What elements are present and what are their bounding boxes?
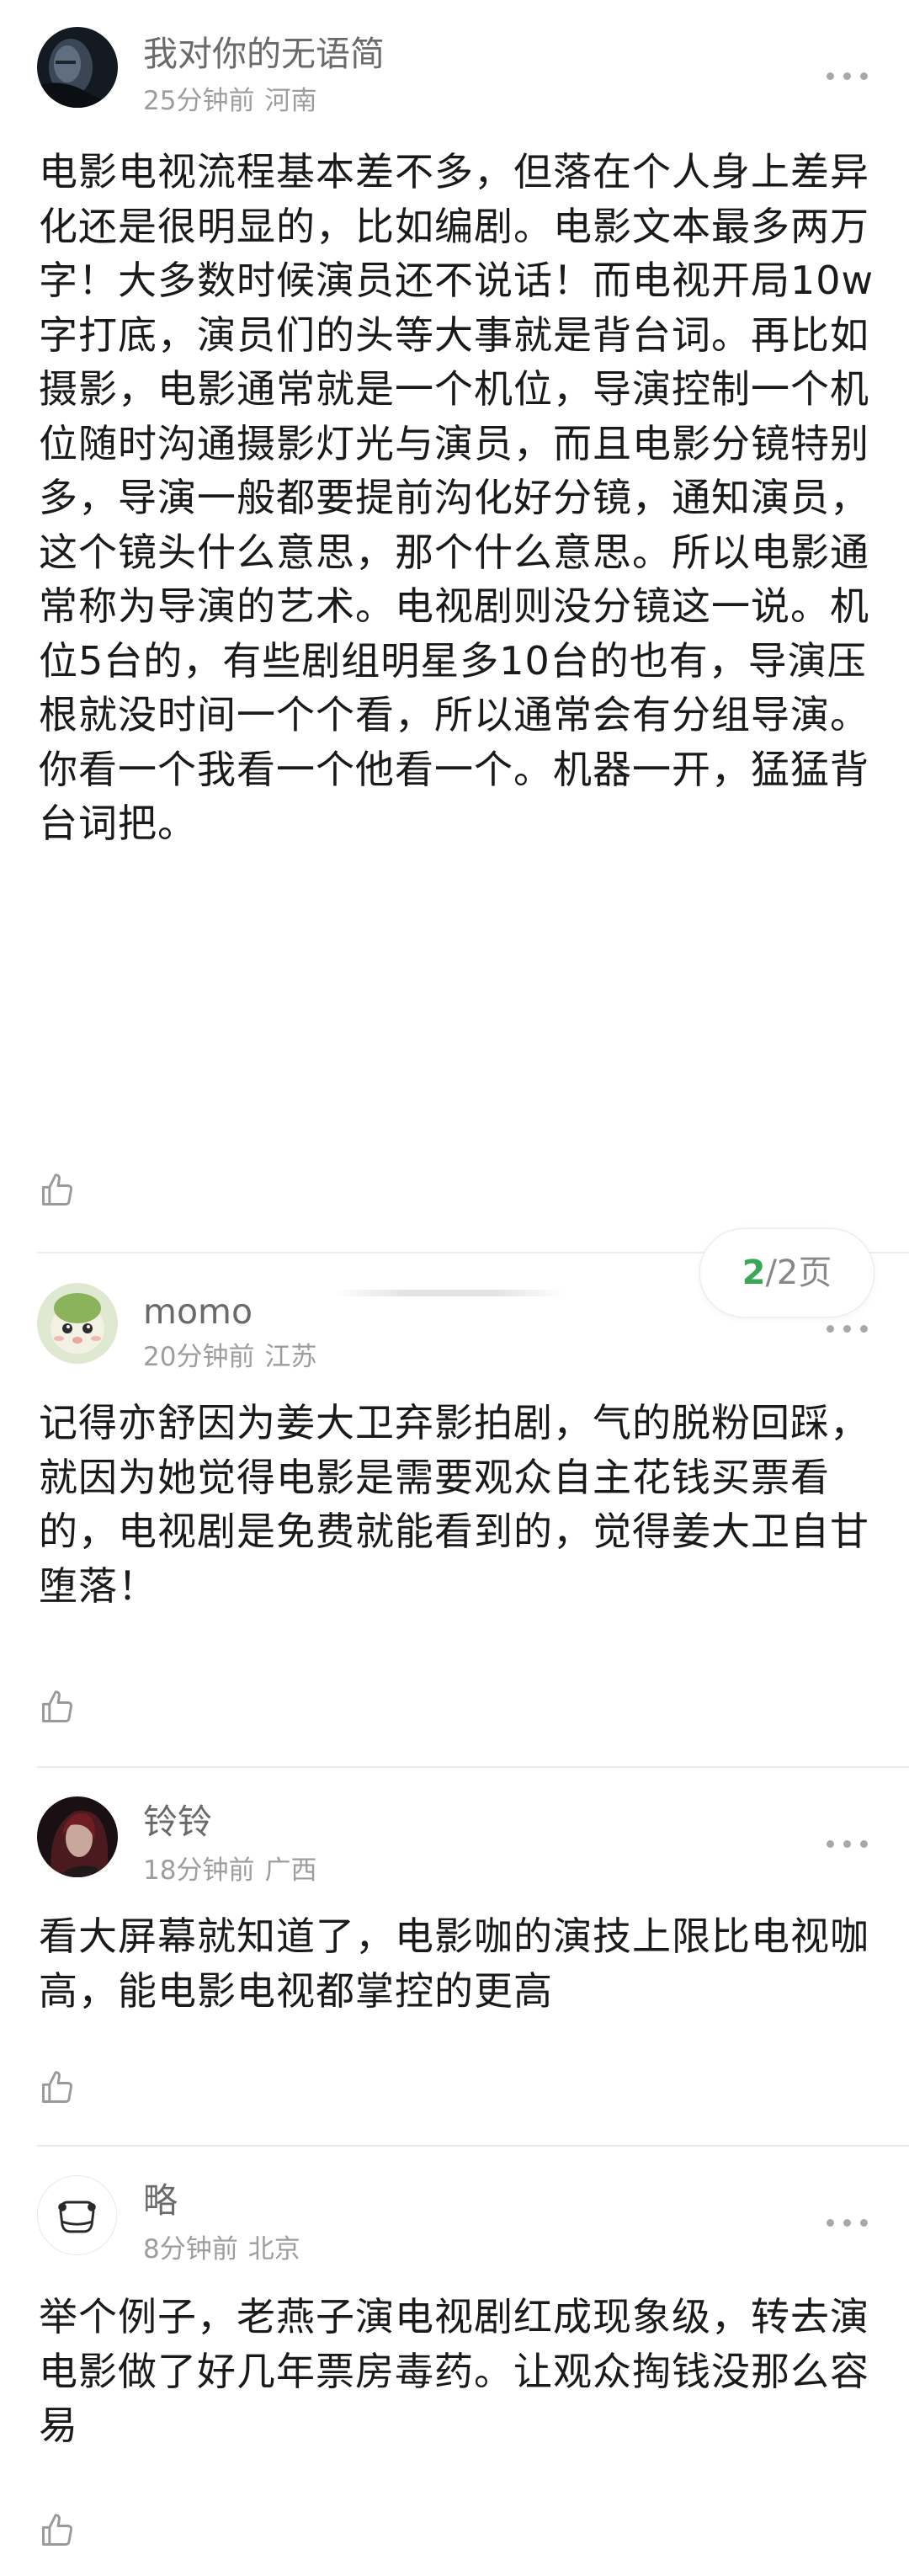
current-page: 2 xyxy=(742,1253,766,1292)
avatar[interactable] xyxy=(37,1283,118,1364)
username[interactable]: 我对你的无语简 xyxy=(143,34,385,74)
like-icon[interactable] xyxy=(39,2069,76,2106)
comment-time: 25分钟前 xyxy=(143,86,255,116)
comment-time: 8分钟前 xyxy=(143,2234,238,2265)
comment-location: 河南 xyxy=(264,86,317,116)
page-indicator[interactable]: 2/2页 xyxy=(700,1229,874,1317)
comment-content: 举个例子，老燕子演电视剧红成现象级，转去演电影做了好几年票房毒药。让观众掏钱没那… xyxy=(39,2294,869,2448)
username[interactable]: momo xyxy=(143,1291,252,1332)
comment-list: 我对你的无语简 25分钟前 河南 电影电视流程基本差不多，但落在个人身上差异化还是… xyxy=(0,0,909,2576)
comment-time: 18分钟前 xyxy=(143,1855,255,1886)
comment-location: 广西 xyxy=(264,1855,317,1886)
comment-content: 记得亦舒因为姜大卫弃影拍剧，气的脱粉回踩，就因为她觉得电影是需要观众自主花钱买票… xyxy=(39,1400,869,1609)
like-icon[interactable] xyxy=(39,1172,76,1209)
more-icon[interactable] xyxy=(827,1323,869,1333)
more-icon[interactable] xyxy=(827,71,869,81)
divider xyxy=(37,2145,909,2147)
like-icon[interactable] xyxy=(39,2512,76,2549)
comment-time: 20分钟前 xyxy=(143,1342,255,1372)
comment-content: 电影电视流程基本差不多，但落在个人身上差异化还是很明显的，比如编剧。电影文本最多… xyxy=(39,149,874,846)
comment-location: 江苏 xyxy=(264,1342,317,1372)
divider xyxy=(37,1766,909,1768)
avatar[interactable] xyxy=(37,27,118,108)
divider xyxy=(337,1290,564,1296)
like-icon[interactable] xyxy=(39,1689,76,1726)
page-total: /2页 xyxy=(765,1253,832,1292)
comment-location: 北京 xyxy=(247,2234,300,2265)
more-icon[interactable] xyxy=(827,1839,869,1849)
avatar[interactable] xyxy=(37,2175,117,2255)
comment-content: 看大屏幕就知道了，电影咖的演技上限比电视咖高，能电影电视都掌控的更高 xyxy=(39,1913,869,2014)
comment-meta: 20分钟前 江苏 xyxy=(143,1342,316,1372)
avatar[interactable] xyxy=(37,1796,118,1877)
username[interactable]: 铃铃 xyxy=(143,1802,212,1842)
comment-meta: 25分钟前 河南 xyxy=(143,86,316,116)
username[interactable]: 略 xyxy=(143,2180,178,2221)
more-icon[interactable] xyxy=(827,2217,869,2227)
comment-meta: 18分钟前 广西 xyxy=(143,1855,316,1886)
comment-meta: 8分钟前 北京 xyxy=(143,2234,300,2265)
